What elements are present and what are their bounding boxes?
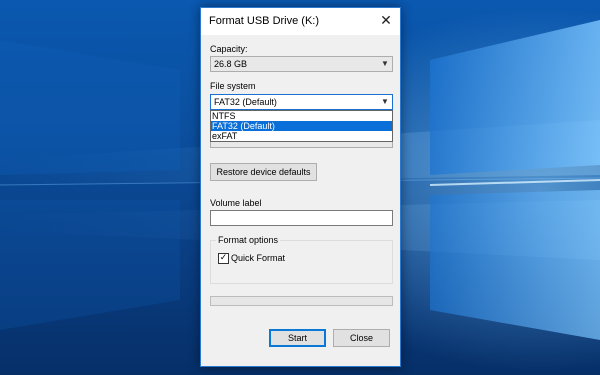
- chevron-down-icon: ▼: [381, 59, 389, 68]
- volume-label-label: Volume label: [210, 198, 262, 208]
- file-system-dropdown-list: NTFS FAT32 (Default) exFAT: [210, 110, 393, 142]
- format-dialog: Format USB Drive (K:) ✕ Capacity: 26.8 G…: [200, 7, 401, 367]
- checkmark-icon: ✓: [219, 253, 228, 263]
- file-system-label: File system: [210, 81, 256, 91]
- format-options-group: Format options ✓ Quick Format: [210, 235, 393, 284]
- close-button[interactable]: Close: [333, 329, 390, 347]
- title-bar[interactable]: Format USB Drive (K:) ✕: [201, 8, 400, 35]
- format-progress-bar: [210, 296, 393, 306]
- file-system-select[interactable]: FAT32 (Default) ▼: [210, 94, 393, 110]
- format-options-title: Format options: [216, 235, 281, 245]
- capacity-value: 26.8 GB: [214, 59, 248, 69]
- restore-defaults-button[interactable]: Restore device defaults: [210, 163, 317, 181]
- start-button[interactable]: Start: [269, 329, 326, 347]
- dropdown-option-fat32[interactable]: FAT32 (Default): [211, 121, 392, 131]
- chevron-down-icon: ▼: [381, 97, 389, 106]
- window-title: Format USB Drive (K:): [209, 15, 320, 27]
- file-system-value: FAT32 (Default): [214, 97, 277, 107]
- close-icon[interactable]: ✕: [376, 11, 396, 31]
- capacity-select[interactable]: 26.8 GB ▼: [210, 56, 393, 72]
- capacity-label: Capacity:: [210, 44, 248, 54]
- volume-label-input[interactable]: [210, 210, 393, 226]
- quick-format-checkbox[interactable]: ✓: [218, 253, 229, 264]
- dropdown-option-ntfs[interactable]: NTFS: [211, 111, 392, 121]
- allocation-unit-select[interactable]: [210, 141, 393, 148]
- quick-format-label[interactable]: Quick Format: [231, 253, 285, 263]
- dropdown-option-exfat[interactable]: exFAT: [211, 131, 392, 141]
